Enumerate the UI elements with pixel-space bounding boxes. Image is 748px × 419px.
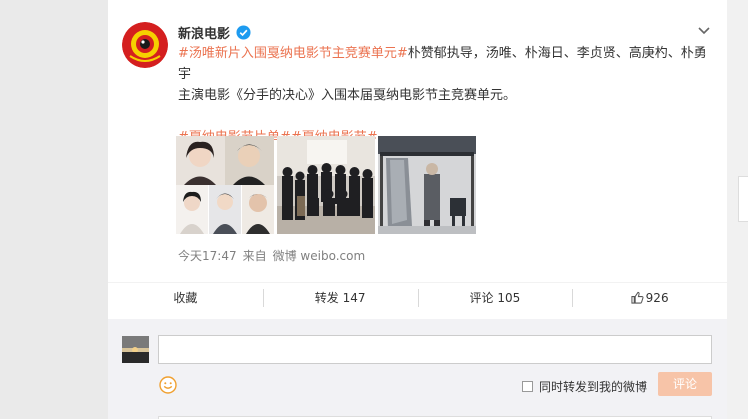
user-avatar[interactable] xyxy=(122,336,149,363)
action-bar: 收藏 转发 147 评论 105 926 xyxy=(108,282,727,312)
like-button[interactable]: 926 xyxy=(572,288,727,308)
verified-badge-icon xyxy=(236,25,251,40)
comment-area: 同时转发到我的微博 评论 xyxy=(108,319,727,419)
comment-button[interactable]: 评论 105 xyxy=(417,288,573,308)
post-source[interactable]: 微博 weibo.com xyxy=(273,247,366,264)
post-images xyxy=(176,136,476,234)
image-set-photo[interactable] xyxy=(378,136,476,234)
thumbs-up-icon xyxy=(631,291,644,304)
smiley-icon[interactable] xyxy=(159,376,177,394)
post-content: #汤唯新片入围戛纳电影节主竞赛单元#朴赞郁执导，汤唯、朴海日、李贞贤、高庚杓、朴… xyxy=(178,43,708,148)
comment-input[interactable] xyxy=(158,335,712,364)
like-count: 926 xyxy=(645,290,669,305)
weibo-post-card: 新浪电影 #汤唯新片入围戛纳电影节主竞赛单元#朴赞郁执导，汤唯、朴海日、李贞贤、… xyxy=(108,0,727,419)
post-time[interactable]: 今天17:47 xyxy=(178,247,237,264)
repost-button[interactable]: 转发 147 xyxy=(262,288,418,308)
comment-label: 评论 105 xyxy=(469,290,521,305)
chevron-down-icon[interactable] xyxy=(696,22,712,38)
favorite-label: 收藏 xyxy=(173,290,198,305)
favorite-button[interactable]: 收藏 xyxy=(108,288,263,308)
repost-label: 转发 147 xyxy=(314,290,366,305)
image-group-photo[interactable] xyxy=(277,136,375,234)
submit-comment-button[interactable]: 评论 xyxy=(658,372,712,396)
image-cast-collage[interactable] xyxy=(176,136,274,234)
post-meta: 今天17:47 来自 微博 weibo.com xyxy=(178,247,365,264)
author-name[interactable]: 新浪电影 xyxy=(178,23,230,42)
side-widget[interactable] xyxy=(738,176,748,222)
source-prefix: 来自 xyxy=(242,249,267,263)
author-row: 新浪电影 xyxy=(178,23,251,42)
topic-link-main[interactable]: #汤唯新片入围戛纳电影节主竞赛单元# xyxy=(178,46,408,61)
post-text-line2: 主演电影《分手的决心》入围本届戛纳电影节主竞赛单元。 xyxy=(178,88,517,103)
repost-checkbox-label[interactable]: 同时转发到我的微博 xyxy=(522,378,647,395)
repost-checkbox[interactable] xyxy=(522,381,533,392)
post-text: #汤唯新片入围戛纳电影节主竞赛单元#朴赞郁执导，汤唯、朴海日、李贞贤、高庚杓、朴… xyxy=(178,43,708,106)
repost-check-text: 同时转发到我的微博 xyxy=(539,380,648,394)
author-avatar[interactable] xyxy=(122,22,168,68)
